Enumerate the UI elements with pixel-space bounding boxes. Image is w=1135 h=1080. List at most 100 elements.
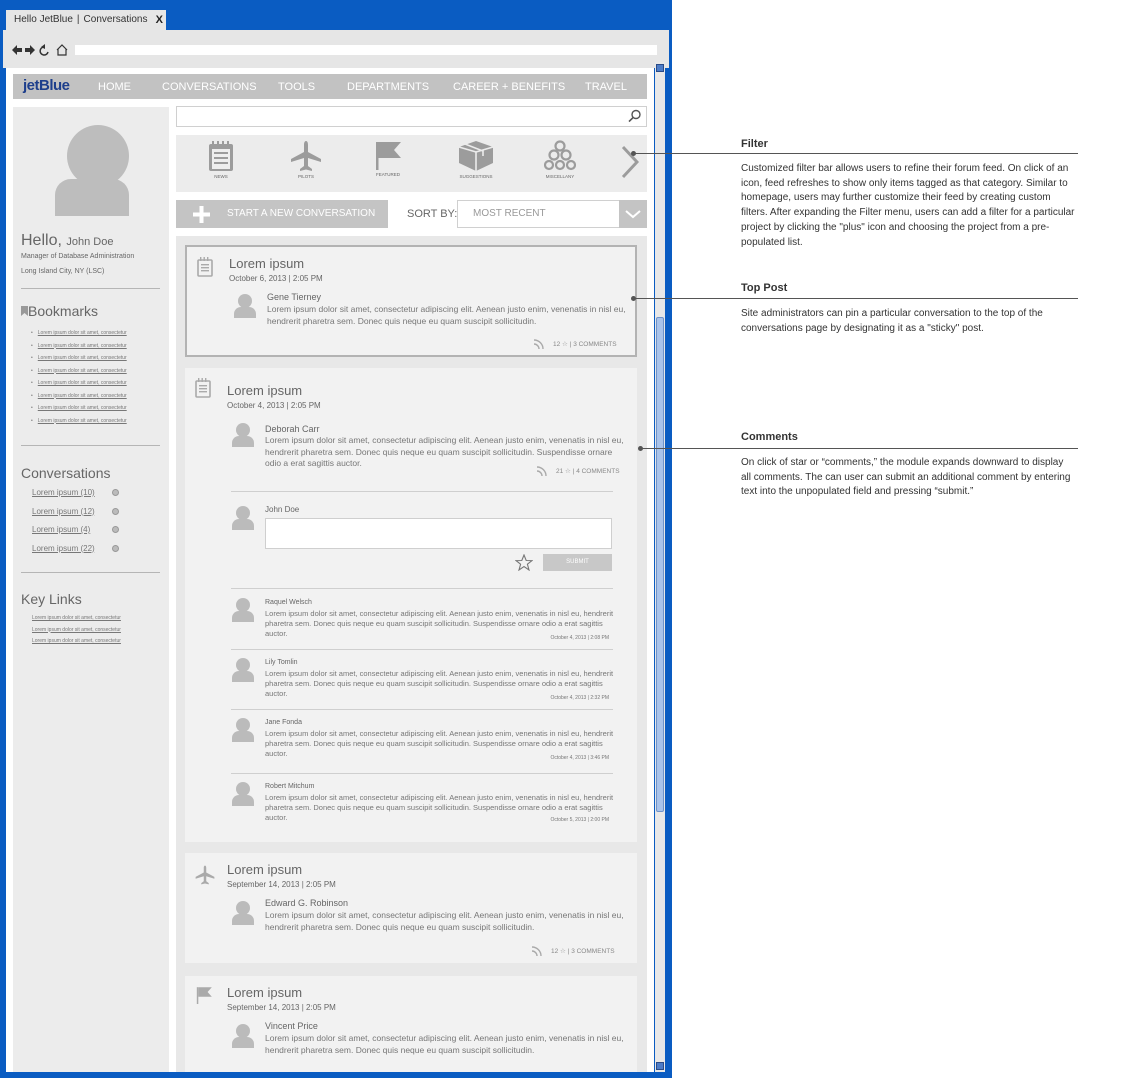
address-bar[interactable]	[75, 45, 657, 55]
filter-featured[interactable]: FEATURED	[358, 140, 418, 177]
plane-icon	[195, 865, 215, 885]
post-title[interactable]: Lorem ipsum	[227, 383, 302, 398]
comment-author[interactable]: Robert Mitchum	[265, 783, 314, 790]
scroll-down-icon[interactable]	[656, 1062, 664, 1070]
comments-link[interactable]: 3 COMMENTS	[571, 948, 614, 955]
comment-author[interactable]: Jane Fonda	[265, 719, 302, 726]
conversation-link[interactable]: Lorem ipsum (22)	[32, 544, 142, 563]
nav-tools[interactable]: TOOLS	[278, 81, 315, 93]
sort-select[interactable]: MOST RECENT	[457, 200, 620, 228]
filter-label: FEATURED	[376, 172, 400, 177]
key-link[interactable]: Lorem ipsum dolor sit amet, consectetur	[32, 627, 121, 639]
nav-career-benefits[interactable]: CAREER + BENEFITS	[453, 81, 565, 93]
conversation-link[interactable]: Lorem ipsum (4)	[32, 525, 142, 544]
rss-icon[interactable]	[531, 946, 543, 957]
filter-miscellany[interactable]: MISCELLANY	[530, 140, 590, 179]
bookmark-link[interactable]: Lorem ipsum dolor sit amet, consectetur	[31, 417, 127, 430]
filter-bar: NEWS PILOTS FEATURED SUGGESTIONS MISCELL…	[176, 135, 647, 192]
bookmark-list: Lorem ipsum dolor sit amet, consectetur …	[31, 329, 127, 429]
post-meta: 12 ☆ | 3 COMMENTS	[533, 339, 617, 350]
post-author[interactable]: Edward G. Robinson	[265, 898, 348, 908]
post-author[interactable]: Gene Tierney	[267, 292, 321, 302]
comment-author[interactable]: Raquel Welsch	[265, 599, 312, 606]
user-role: Manager of Database Administration	[21, 253, 135, 260]
post[interactable]: Lorem ipsum September 14, 2013 | 2:05 PM…	[185, 853, 637, 963]
post-date: September 14, 2013 | 2:05 PM	[227, 880, 336, 889]
divider	[231, 649, 613, 650]
expanded-post[interactable]: Lorem ipsum October 4, 2013 | 2:05 PM De…	[185, 368, 637, 842]
post-title[interactable]: Lorem ipsum	[229, 256, 304, 271]
nav-travel[interactable]: TRAVEL	[585, 81, 627, 93]
bookmark-link[interactable]: Lorem ipsum dolor sit amet, consectetur	[31, 342, 127, 355]
bookmark-link[interactable]: Lorem ipsum dolor sit amet, consectetur	[31, 404, 127, 417]
search-input[interactable]	[176, 106, 647, 127]
post-author[interactable]: Deborah Carr	[265, 424, 320, 434]
key-link[interactable]: Lorem ipsum dolor sit amet, consectetur	[32, 615, 121, 627]
conversation-link-label[interactable]: Lorem ipsum (12)	[32, 507, 95, 516]
search-icon[interactable]	[628, 109, 642, 123]
comments-link[interactable]: 4 COMMENTS	[576, 468, 619, 475]
news-icon	[197, 257, 213, 277]
filter-news[interactable]: NEWS	[191, 140, 251, 179]
bookmark-link[interactable]: Lorem ipsum dolor sit amet, consectetur	[31, 392, 127, 405]
bookmark-link[interactable]: Lorem ipsum dolor sit amet, consectetur	[31, 379, 127, 392]
radio-icon[interactable]	[112, 544, 119, 552]
filter-suggestions[interactable]: SUGGESTIONS	[446, 140, 506, 179]
scrollbar[interactable]	[655, 62, 665, 1072]
nav-departments[interactable]: DEPARTMENTS	[347, 81, 429, 93]
comments-link[interactable]: 3 COMMENTS	[573, 341, 616, 348]
bookmark-link[interactable]: Lorem ipsum dolor sit amet, consectetur	[31, 354, 127, 367]
browser-tab[interactable]: Hello JetBlue | Conversations X	[6, 10, 166, 30]
chevron-right-icon[interactable]	[621, 145, 639, 179]
post-author[interactable]: Vincent Price	[265, 1021, 318, 1031]
browser-nav-icons[interactable]	[11, 44, 71, 59]
start-conversation-button[interactable]: START A NEW CONVERSATION	[176, 200, 388, 228]
key-link[interactable]: Lorem ipsum dolor sit amet, consectetur	[32, 638, 121, 650]
avatar[interactable]	[67, 125, 129, 187]
radio-icon[interactable]	[112, 526, 119, 533]
key-links-list: Lorem ipsum dolor sit amet, consectetur …	[32, 615, 121, 650]
star-icon[interactable]	[515, 554, 533, 571]
submit-button[interactable]: SUBMIT	[543, 554, 612, 571]
post-body: Lorem ipsum dolor sit amet, consectetur …	[265, 435, 624, 468]
tab-close-icon[interactable]: X	[156, 10, 163, 30]
main-nav: jetBlue HOME CONVERSATIONS TOOLS DEPARTM…	[13, 74, 647, 99]
radio-icon[interactable]	[112, 507, 119, 515]
bookmarks-heading-label: Bookmarks	[28, 303, 99, 319]
post[interactable]: Lorem ipsum September 14, 2013 | 2:05 PM…	[185, 976, 637, 1072]
bookmark-link[interactable]: Lorem ipsum dolor sit amet, consectetur	[31, 329, 127, 342]
conversation-link[interactable]: Lorem ipsum (10)	[32, 488, 142, 507]
sticky-post[interactable]: Lorem ipsum October 6, 2013 | 2:05 PM Ge…	[185, 245, 637, 357]
star-count[interactable]: 21 ☆	[556, 468, 571, 475]
bookmark-link[interactable]: Lorem ipsum dolor sit amet, consectetur	[31, 367, 127, 380]
comment-author[interactable]: Lily Tomlin	[265, 659, 298, 666]
comment-input[interactable]	[265, 518, 612, 549]
star-count[interactable]: 12 ☆	[553, 341, 568, 348]
conversation-link[interactable]: Lorem ipsum (12)	[32, 507, 142, 526]
rss-icon[interactable]	[536, 466, 548, 477]
sort-dropdown-button[interactable]	[619, 200, 647, 228]
filter-label: NEWS	[214, 174, 228, 179]
jetblue-logo[interactable]: jetBlue	[23, 77, 70, 94]
conversation-link-label[interactable]: Lorem ipsum (10)	[32, 488, 95, 497]
scroll-up-icon[interactable]	[656, 64, 664, 72]
annotation-line	[634, 153, 1078, 154]
circles-icon	[544, 140, 576, 171]
user-avatar-icon	[231, 1024, 255, 1050]
rss-icon[interactable]	[533, 339, 545, 350]
annotation-comments-text: On click of star or “comments,” the modu…	[741, 457, 1071, 498]
conversation-link-label[interactable]: Lorem ipsum (4)	[32, 525, 90, 534]
nav-conversations[interactable]: CONVERSATIONS	[162, 81, 257, 93]
divider	[231, 709, 613, 710]
post-title[interactable]: Lorem ipsum	[227, 985, 302, 1000]
back-forward-refresh-home-icon[interactable]	[11, 44, 71, 56]
star-count[interactable]: 12 ☆	[551, 948, 566, 955]
conversation-link-label[interactable]: Lorem ipsum (22)	[32, 544, 95, 553]
filter-pilots[interactable]: PILOTS	[276, 140, 336, 179]
comment-date: October 4, 2013 | 3:46 PM	[550, 755, 609, 761]
divider	[21, 445, 160, 446]
post-title[interactable]: Lorem ipsum	[227, 862, 302, 877]
nav-home[interactable]: HOME	[98, 81, 131, 93]
radio-icon[interactable]	[112, 489, 119, 496]
scroll-thumb[interactable]	[656, 317, 664, 812]
